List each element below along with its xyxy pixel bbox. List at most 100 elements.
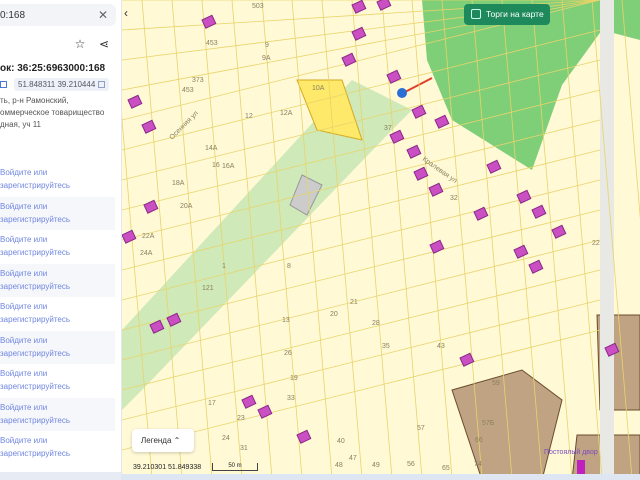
collapse-panel-icon[interactable]: ‹ xyxy=(124,6,128,20)
building xyxy=(141,119,157,134)
parcel-number: 373 xyxy=(192,77,204,84)
map[interactable]: 503 9 9А 453 373 453 10А 12А 12 14А 16А 16 18А 20А 22А… xyxy=(122,0,640,480)
building xyxy=(513,244,529,259)
checkbox-icon[interactable] xyxy=(471,9,481,19)
building xyxy=(143,199,159,214)
panel-footer xyxy=(0,472,121,480)
parcel-number: 8 xyxy=(287,263,291,270)
poi-label: Постоялый двор xyxy=(544,449,598,456)
login-prompt-link[interactable]: Войдите или зарегистрируйтесь xyxy=(0,364,115,397)
parcel-number: 66 xyxy=(475,437,483,444)
parcel-number: 13 xyxy=(282,317,290,324)
building xyxy=(531,204,547,219)
parcel-number: 48 xyxy=(335,462,343,469)
login-prompt-link[interactable]: Войдите или зарегистрируйтесь xyxy=(0,397,115,431)
parcel-number: 49 xyxy=(372,462,380,469)
login-prompt-link[interactable]: Войдите или зарегистрируйтесь xyxy=(0,196,115,230)
scale-bar: 50 m xyxy=(212,463,258,471)
building xyxy=(473,206,489,221)
parcel-boundary xyxy=(381,0,423,479)
login-prompt-link[interactable]: Войдите или зарегистрируйтесь xyxy=(0,297,115,330)
building xyxy=(528,259,544,274)
parcel-number: 18А xyxy=(172,180,185,187)
parcel-number: 10А xyxy=(312,85,325,92)
parcel-number: 453 xyxy=(206,40,218,47)
building xyxy=(241,394,257,409)
parcel-number: 22 xyxy=(592,240,600,247)
building xyxy=(122,229,137,244)
torgi-toggle-button[interactable]: Торги на карте xyxy=(464,4,550,25)
login-prompt-link[interactable]: Войдите или зарегистрируйтесь xyxy=(0,263,115,297)
parcel-number: 16 xyxy=(212,162,220,169)
side-panel: 0:168 ✕ ☆ ⋖ ок: 36:25:6963000:168 51.8483… xyxy=(0,0,122,480)
map-canvas[interactable]: 503 9 9А 453 373 453 10А 12А 12 14А 16А16 18А 20А 22А… xyxy=(122,0,640,480)
parcel-number: 35 xyxy=(382,343,390,350)
parcel-number: 1 xyxy=(222,263,226,270)
street-label: Осенняя ул xyxy=(168,110,199,141)
parcel-boundary xyxy=(122,149,601,271)
parcel-number: 19 xyxy=(290,375,298,382)
parcel-number: 17 xyxy=(208,400,216,407)
parcel-brown xyxy=(451,369,563,480)
parcel-number: 453 xyxy=(182,87,194,94)
parcel-number: 503 xyxy=(252,3,264,10)
address-line: ть, р-н Рамонский, xyxy=(0,96,69,105)
parcel-boundary xyxy=(561,0,603,479)
coordinates-chip[interactable]: 51.848311 39.210444 xyxy=(14,78,110,91)
torgi-label: Торги на карте xyxy=(486,9,544,19)
legend-label: Легенда xyxy=(141,436,172,445)
login-prompt-link[interactable]: Войдите или зарегистрируйтесь xyxy=(0,230,115,263)
address-line: дная, уч 11 xyxy=(0,120,42,129)
building xyxy=(351,0,367,14)
parcel-number: 26 xyxy=(284,350,292,357)
building xyxy=(127,94,143,109)
parcel-number: 57 xyxy=(417,425,425,432)
legend-button[interactable]: Легенда ⌃ xyxy=(132,429,194,452)
parcel-number: 59 xyxy=(492,380,500,387)
parcel-number: 24 xyxy=(222,435,230,442)
parcel-number: 22А xyxy=(142,233,155,240)
parcel-number: 12А xyxy=(280,110,293,117)
parcel-number: 37 xyxy=(384,125,392,132)
parcel-number: 56 xyxy=(407,461,415,468)
parcel-boundary xyxy=(351,0,393,479)
search-value: 0:168 xyxy=(0,10,26,21)
parcel-number: 33 xyxy=(287,395,295,402)
address: ть, р-н Рамонский, оммерческое товарищес… xyxy=(0,95,104,131)
search-field[interactable]: 0:168 ✕ xyxy=(0,4,116,26)
copy-icon[interactable] xyxy=(0,81,7,88)
parcel-number: 9А xyxy=(262,55,271,62)
building xyxy=(551,224,567,239)
bottom-bar xyxy=(122,474,640,480)
copy-icon[interactable] xyxy=(98,81,106,89)
coordinates-text: 51.848311 39.210444 xyxy=(18,80,96,89)
parcel-boundary xyxy=(291,0,333,479)
login-prompt-link[interactable]: Войдите или зарегистрируйтесь xyxy=(0,163,115,196)
parcel-number: 57Б xyxy=(482,420,495,427)
parcel-boundary xyxy=(321,0,363,479)
favorite-star-icon[interactable]: ☆ xyxy=(70,34,90,54)
share-icon[interactable]: ⋖ xyxy=(94,34,114,54)
building xyxy=(257,404,273,419)
building xyxy=(376,0,392,11)
building xyxy=(406,144,422,159)
parcel-number: 14А xyxy=(205,145,218,152)
address-line: оммерческое товарищество xyxy=(0,108,105,117)
parcel-number: 20А xyxy=(180,203,193,210)
poi-marker-icon[interactable] xyxy=(577,460,585,474)
parcel-number: 32 xyxy=(450,195,458,202)
building xyxy=(486,159,502,174)
parcel-number: 16А xyxy=(222,163,235,170)
building xyxy=(411,104,427,119)
parcel-number: 121 xyxy=(202,285,214,292)
parcel-number: 74 xyxy=(474,461,482,468)
parcel-number: 65 xyxy=(442,465,450,472)
login-prompt-link[interactable]: Войдите или зарегистрируйтесь xyxy=(0,431,115,464)
cursor-coordinates: 39.210301 51.849338 xyxy=(133,464,202,471)
parcel-number: 23 xyxy=(237,415,245,422)
parcel-number: 24А xyxy=(140,250,153,257)
parcel-number: 31 xyxy=(240,445,248,452)
login-prompt-link[interactable]: Войдите или зарегистрируйтесь xyxy=(0,330,115,364)
close-icon[interactable]: ✕ xyxy=(98,8,108,22)
parcel-number: 43 xyxy=(437,343,445,350)
